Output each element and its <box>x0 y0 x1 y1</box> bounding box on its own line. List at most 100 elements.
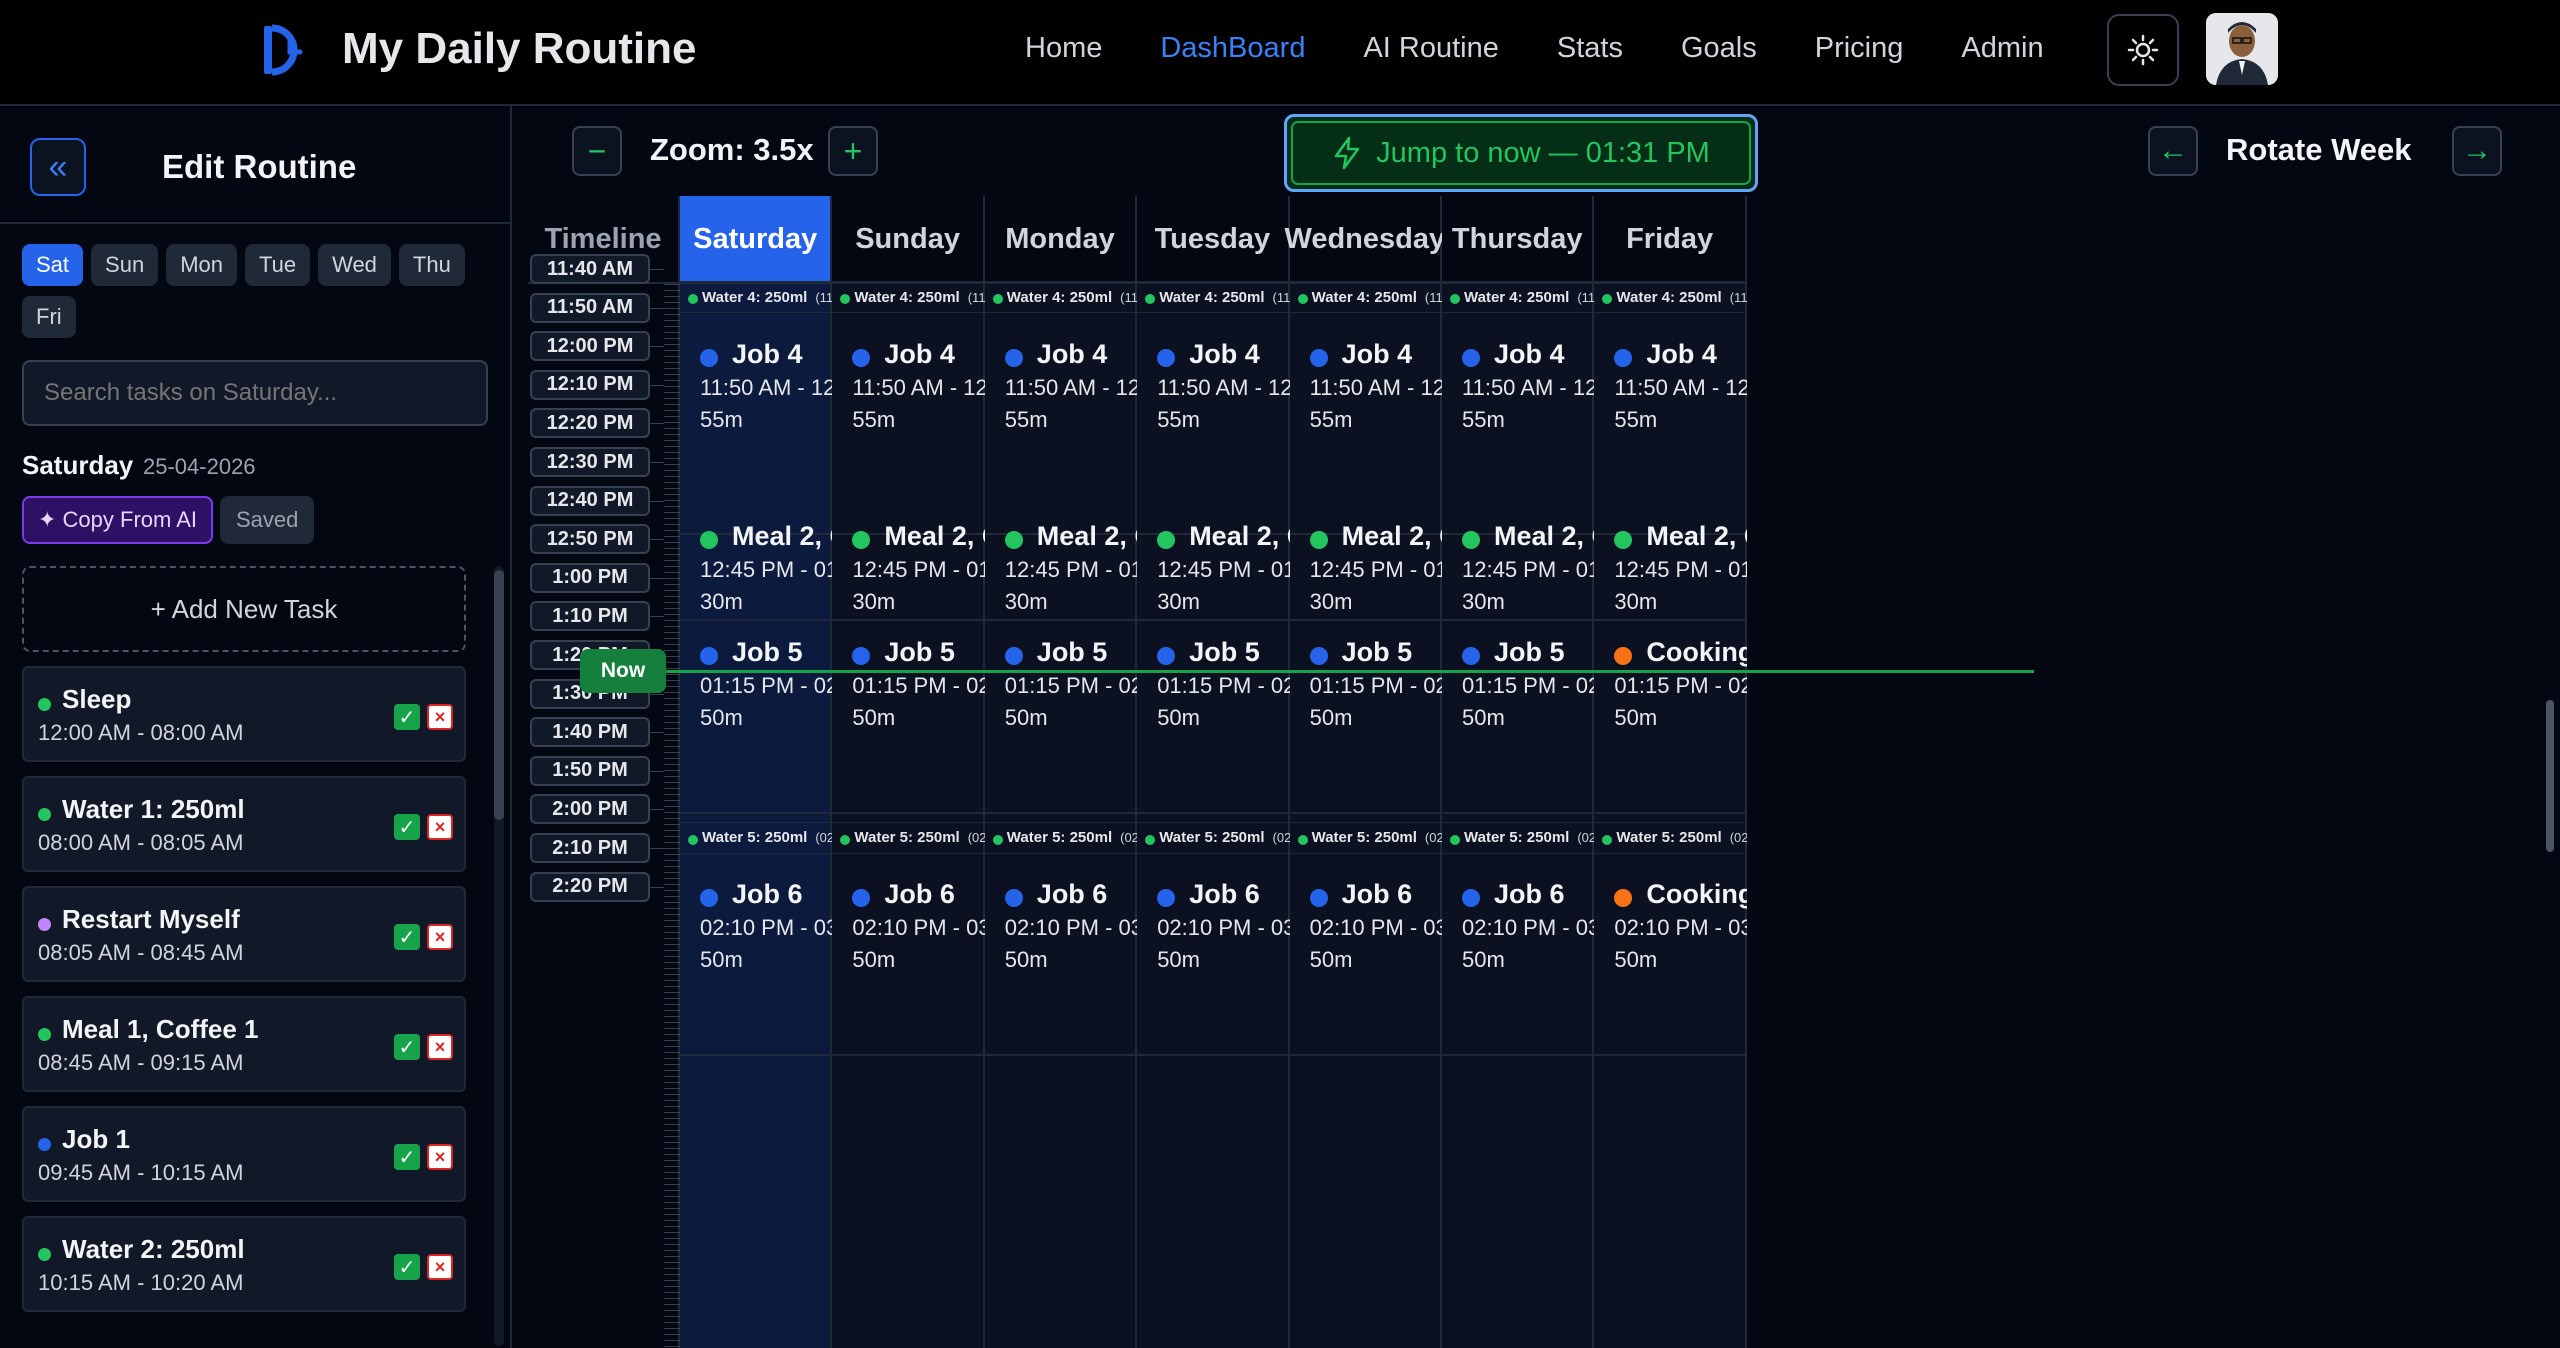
day-chip-wed[interactable]: Wed <box>318 244 391 286</box>
time-label: 11:40 AM <box>530 254 650 284</box>
water-task-chip[interactable]: Water 5: 250ml (02:05 P... <box>1442 821 1595 854</box>
complete-checkbox-icon[interactable]: ✓ <box>394 1144 420 1170</box>
day-header-monday[interactable]: Monday <box>984 196 1138 284</box>
nav-link-ai-routine[interactable]: AI Routine <box>1363 32 1498 65</box>
schedule-task-block[interactable]: Job 6 02:10 PM - 03:00 PM 50m <box>984 863 1138 1056</box>
water-task-chip[interactable]: Water 4: 250ml (11:45 A... <box>1594 281 1747 314</box>
complete-checkbox-icon[interactable]: ✓ <box>394 1254 420 1280</box>
day-chip-thu[interactable]: Thu <box>398 244 465 286</box>
complete-checkbox-icon[interactable]: ✓ <box>394 924 420 950</box>
delete-task-icon[interactable]: × <box>427 814 453 840</box>
nav-link-pricing[interactable]: Pricing <box>1815 32 1904 65</box>
task-duration: 30m <box>1004 588 1048 614</box>
schedule-task-block[interactable]: Meal 2, Coffe... 12:45 PM - 01:15 PM 30m <box>1594 505 1747 621</box>
water-task-chip[interactable]: Water 4: 250ml (11:45 A... <box>680 281 833 314</box>
water-task-chip[interactable]: Water 5: 250ml (02:05 P... <box>984 821 1138 854</box>
theme-toggle-button[interactable] <box>2107 14 2179 86</box>
delete-task-icon[interactable]: × <box>427 1254 453 1280</box>
rotate-week-next-button[interactable]: → <box>2452 126 2502 176</box>
app-title[interactable]: My Daily Routine <box>342 24 697 74</box>
schedule-task-block[interactable]: Job 4 11:50 AM - 12:45 PM 55m <box>1289 323 1442 535</box>
nav-link-goals[interactable]: Goals <box>1681 32 1757 65</box>
water-task-name: Water 4: 250ml <box>1616 288 1722 306</box>
schedule-task-block[interactable]: Job 5 01:15 PM - 02:05 PM 50m <box>1442 621 1595 814</box>
schedule-task-block[interactable]: Job 5 01:15 PM - 02:05 PM 50m <box>984 621 1138 814</box>
water-task-chip[interactable]: Water 5: 250ml (02:05 P... <box>680 821 833 854</box>
day-chip-mon[interactable]: Mon <box>166 244 237 286</box>
page-scrollbar-thumb[interactable] <box>2546 700 2554 852</box>
schedule-task-block[interactable]: Meal 2, Coffe... 12:45 PM - 01:15 PM 30m <box>984 505 1138 621</box>
day-header-sunday[interactable]: Sunday <box>832 196 985 284</box>
water-task-chip[interactable]: Water 4: 250ml (11:45 A... <box>984 281 1138 314</box>
water-task-chip[interactable]: Water 5: 250ml (02:05 P... <box>832 821 985 854</box>
day-chip-sat[interactable]: Sat <box>22 244 84 286</box>
jump-to-now-button[interactable]: Jump to now — 01:31 PM <box>1284 114 1758 192</box>
delete-task-icon[interactable]: × <box>427 924 453 950</box>
day-header-friday[interactable]: Friday <box>1594 196 1747 284</box>
nav-link-stats[interactable]: Stats <box>1557 32 1623 65</box>
schedule-task-block[interactable]: Job 5 01:15 PM - 02:05 PM 50m <box>680 621 833 814</box>
user-avatar[interactable] <box>2206 13 2278 85</box>
task-card[interactable]: Restart Myself 08:05 AM - 08:45 AM ✓ × <box>22 886 466 982</box>
task-card[interactable]: Job 1 09:45 AM - 10:15 AM ✓ × <box>22 1106 466 1202</box>
delete-task-icon[interactable]: × <box>427 1144 453 1170</box>
complete-checkbox-icon[interactable]: ✓ <box>394 704 420 730</box>
saved-status-button[interactable]: Saved <box>220 496 315 544</box>
water-task-chip[interactable]: Water 4: 250ml (11:45 A... <box>1442 281 1595 314</box>
schedule-task-block[interactable]: Meal 2, Coffe... 12:45 PM - 01:15 PM 30m <box>1137 505 1290 621</box>
schedule-task-block[interactable]: Job 6 02:10 PM - 03:00 PM 50m <box>680 863 833 1056</box>
collapse-sidebar-button[interactable]: « <box>30 138 86 196</box>
schedule-task-block[interactable]: Meal 2, Coffe... 12:45 PM - 01:15 PM 30m <box>832 505 985 621</box>
add-new-task-button[interactable]: + Add New Task <box>22 566 466 652</box>
day-chip-sun[interactable]: Sun <box>91 244 159 286</box>
schedule-task-block[interactable]: Job 4 11:50 AM - 12:45 PM 55m <box>680 323 833 535</box>
water-task-chip[interactable]: Water 5: 250ml (02:05 P... <box>1594 821 1747 854</box>
schedule-task-block[interactable]: Job 5 01:15 PM - 02:05 PM 50m <box>1289 621 1442 814</box>
day-chip-tue[interactable]: Tue <box>244 244 311 286</box>
complete-checkbox-icon[interactable]: ✓ <box>394 814 420 840</box>
schedule-task-block[interactable]: Job 5 01:15 PM - 02:05 PM 50m <box>832 621 985 814</box>
rotate-week-prev-button[interactable]: ← <box>2148 126 2198 176</box>
copy-from-ai-button[interactable]: ✦ Copy From AI <box>22 496 214 544</box>
schedule-task-block[interactable]: Job 4 11:50 AM - 12:45 PM 55m <box>1594 323 1747 535</box>
schedule-task-block[interactable]: Meal 2, Coffe... 12:45 PM - 01:15 PM 30m <box>1442 505 1595 621</box>
delete-task-icon[interactable]: × <box>427 1034 453 1060</box>
delete-task-icon[interactable]: × <box>427 704 453 730</box>
schedule-task-block[interactable]: Job 4 11:50 AM - 12:45 PM 55m <box>832 323 985 535</box>
schedule-task-block[interactable]: Job 4 11:50 AM - 12:45 PM 55m <box>984 323 1138 535</box>
water-task-chip[interactable]: Water 5: 250ml (02:05 P... <box>1289 821 1442 854</box>
zoom-in-button[interactable]: + <box>828 126 878 176</box>
task-card[interactable]: Water 1: 250ml 08:00 AM - 08:05 AM ✓ × <box>22 776 466 872</box>
schedule-task-block[interactable]: Job 6 02:10 PM - 03:00 PM 50m <box>1137 863 1290 1056</box>
day-header-tuesday[interactable]: Tuesday <box>1137 196 1290 284</box>
day-chip-fri[interactable]: Fri <box>22 296 76 338</box>
schedule-task-block[interactable]: Job 4 11:50 AM - 12:45 PM 55m <box>1137 323 1290 535</box>
water-task-chip[interactable]: Water 4: 250ml (11:45 A... <box>1137 281 1290 314</box>
nav-link-home[interactable]: Home <box>1025 32 1102 65</box>
task-search-input[interactable] <box>22 360 488 426</box>
schedule-task-block[interactable]: Job 6 02:10 PM - 03:00 PM 50m <box>1289 863 1442 1056</box>
day-header-thursday[interactable]: Thursday <box>1442 196 1595 284</box>
complete-checkbox-icon[interactable]: ✓ <box>394 1034 420 1060</box>
schedule-task-block[interactable]: Meal 2, Coffe... 12:45 PM - 01:15 PM 30m <box>680 505 833 621</box>
day-header-wednesday[interactable]: Wednesday <box>1284 196 1445 284</box>
day-header-saturday[interactable]: Saturday <box>680 196 833 284</box>
task-card[interactable]: Sleep 12:00 AM - 08:00 AM ✓ × <box>22 666 466 762</box>
schedule-task-block[interactable]: Meal 2, Coffe... 12:45 PM - 01:15 PM 30m <box>1289 505 1442 621</box>
schedule-task-block[interactable]: Job 6 02:10 PM - 03:00 PM 50m <box>1442 863 1595 1056</box>
sidebar-scrollbar-thumb[interactable] <box>494 570 504 820</box>
task-card[interactable]: Meal 1, Coffee 1 08:45 AM - 09:15 AM ✓ × <box>22 996 466 1092</box>
task-card[interactable]: Water 2: 250ml 10:15 AM - 10:20 AM ✓ × <box>22 1216 466 1312</box>
schedule-task-block[interactable]: Job 6 02:10 PM - 03:00 PM 50m <box>832 863 985 1056</box>
schedule-task-block[interactable]: Job 4 11:50 AM - 12:45 PM 55m <box>1442 323 1595 535</box>
schedule-task-block[interactable]: Cooking 2 02:10 PM - 03:00 PM 50m <box>1594 863 1747 1056</box>
water-task-chip[interactable]: Water 5: 250ml (02:05 P... <box>1137 821 1290 854</box>
water-task-chip[interactable]: Water 4: 250ml (11:45 A... <box>832 281 985 314</box>
schedule-task-block[interactable]: Job 5 01:15 PM - 02:05 PM 50m <box>1137 621 1290 814</box>
nav-link-admin[interactable]: Admin <box>1961 32 2043 65</box>
schedule-task-block[interactable]: Cooking 1 01:15 PM - 02:05 PM 50m <box>1594 621 1747 814</box>
nav-link-dashboard[interactable]: DashBoard <box>1160 32 1305 65</box>
water-task-chip[interactable]: Water 4: 250ml (11:45 A... <box>1289 281 1442 314</box>
zoom-out-button[interactable]: − <box>572 126 622 176</box>
clock-logo-icon[interactable] <box>260 22 316 78</box>
